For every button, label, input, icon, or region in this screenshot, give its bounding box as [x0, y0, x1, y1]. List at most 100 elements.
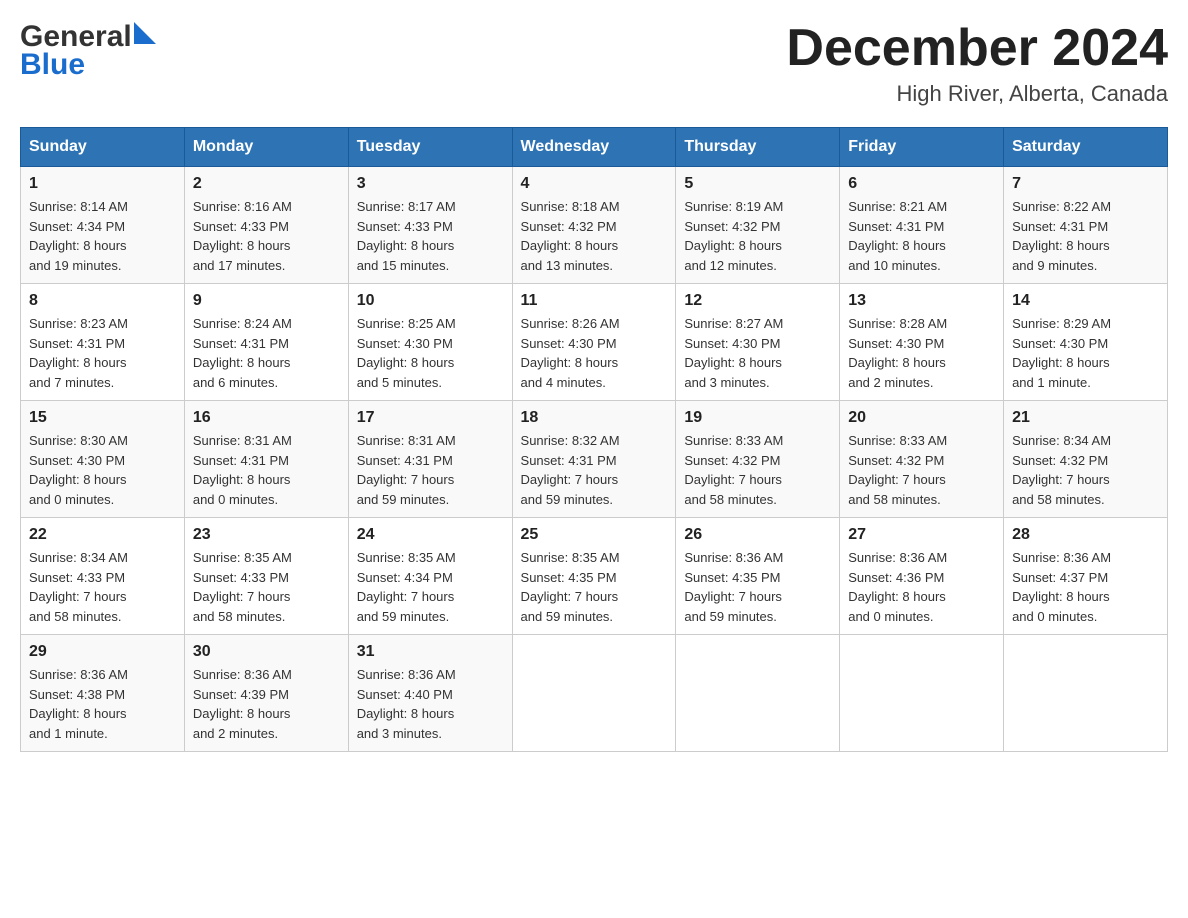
day-info: Sunrise: 8:34 AMSunset: 4:32 PMDaylight:…: [1012, 431, 1159, 509]
day-header-wednesday: Wednesday: [512, 128, 676, 167]
day-number: 1: [29, 175, 176, 193]
day-number: 21: [1012, 409, 1159, 427]
calendar-cell: 16 Sunrise: 8:31 AMSunset: 4:31 PMDayligh…: [184, 401, 348, 518]
day-number: 23: [193, 526, 340, 544]
day-number: 31: [357, 643, 504, 661]
day-info: Sunrise: 8:29 AMSunset: 4:30 PMDaylight:…: [1012, 314, 1159, 392]
calendar-cell: 22Sunrise: 8:34 AMSunset: 4:33 PMDayligh…: [21, 518, 185, 635]
calendar-header: SundayMondayTuesdayWednesdayThursdayFrid…: [21, 128, 1168, 167]
calendar-cell: 3 Sunrise: 8:17 AMSunset: 4:33 PMDaylight…: [348, 167, 512, 284]
calendar-cell: [512, 635, 676, 752]
day-info: Sunrise: 8:34 AMSunset: 4:33 PMDaylight:…: [29, 548, 176, 626]
calendar-cell: 14Sunrise: 8:29 AMSunset: 4:30 PMDayligh…: [1004, 284, 1168, 401]
day-info: Sunrise: 8:25 AMSunset: 4:30 PMDaylight:…: [357, 314, 504, 392]
calendar-cell: 15 Sunrise: 8:30 AMSunset: 4:30 PMDayligh…: [21, 401, 185, 518]
days-of-week-row: SundayMondayTuesdayWednesdayThursdayFrid…: [21, 128, 1168, 167]
week-row-4: 22Sunrise: 8:34 AMSunset: 4:33 PMDayligh…: [21, 518, 1168, 635]
calendar-cell: 5Sunrise: 8:19 AMSunset: 4:32 PMDaylight…: [676, 167, 840, 284]
day-info: Sunrise: 8:31 AMSunset: 4:31 PMDaylight:…: [193, 431, 340, 509]
day-number: 11: [521, 292, 668, 310]
calendar-cell: 10 Sunrise: 8:25 AMSunset: 4:30 PMDayligh…: [348, 284, 512, 401]
page-header: General Blue December 2024 High River, A…: [20, 20, 1168, 107]
calendar-cell: 19Sunrise: 8:33 AMSunset: 4:32 PMDayligh…: [676, 401, 840, 518]
week-row-3: 15 Sunrise: 8:30 AMSunset: 4:30 PMDayligh…: [21, 401, 1168, 518]
calendar-cell: 13 Sunrise: 8:28 AMSunset: 4:30 PMDayligh…: [840, 284, 1004, 401]
calendar-cell: 8 Sunrise: 8:23 AMSunset: 4:31 PMDaylight…: [21, 284, 185, 401]
calendar-cell: [676, 635, 840, 752]
calendar-cell: [1004, 635, 1168, 752]
calendar-cell: 6Sunrise: 8:21 AMSunset: 4:31 PMDaylight…: [840, 167, 1004, 284]
location-title: High River, Alberta, Canada: [786, 81, 1168, 107]
day-info: Sunrise: 8:17 AMSunset: 4:33 PMDaylight:…: [357, 197, 504, 275]
calendar-cell: 28 Sunrise: 8:36 AMSunset: 4:37 PMDayligh…: [1004, 518, 1168, 635]
day-info: Sunrise: 8:33 AMSunset: 4:32 PMDaylight:…: [848, 431, 995, 509]
day-number: 13: [848, 292, 995, 310]
calendar-cell: 29Sunrise: 8:36 AMSunset: 4:38 PMDayligh…: [21, 635, 185, 752]
week-row-1: 1 Sunrise: 8:14 AMSunset: 4:34 PMDaylight…: [21, 167, 1168, 284]
calendar-cell: 23 Sunrise: 8:35 AMSunset: 4:33 PMDayligh…: [184, 518, 348, 635]
day-number: 7: [1012, 175, 1159, 193]
day-number: 3: [357, 175, 504, 193]
calendar-cell: 7 Sunrise: 8:22 AMSunset: 4:31 PMDaylight…: [1004, 167, 1168, 284]
day-number: 16: [193, 409, 340, 427]
logo: General Blue: [20, 20, 156, 82]
day-info: Sunrise: 8:35 AMSunset: 4:33 PMDaylight:…: [193, 548, 340, 626]
day-number: 20: [848, 409, 995, 427]
day-info: Sunrise: 8:27 AMSunset: 4:30 PMDaylight:…: [684, 314, 831, 392]
calendar-cell: 30Sunrise: 8:36 AMSunset: 4:39 PMDayligh…: [184, 635, 348, 752]
day-header-friday: Friday: [840, 128, 1004, 167]
day-info: Sunrise: 8:14 AMSunset: 4:34 PMDaylight:…: [29, 197, 176, 275]
calendar-cell: 2 Sunrise: 8:16 AMSunset: 4:33 PMDaylight…: [184, 167, 348, 284]
day-number: 30: [193, 643, 340, 661]
calendar-cell: 21 Sunrise: 8:34 AMSunset: 4:32 PMDayligh…: [1004, 401, 1168, 518]
calendar-cell: 11 Sunrise: 8:26 AMSunset: 4:30 PMDayligh…: [512, 284, 676, 401]
week-row-2: 8 Sunrise: 8:23 AMSunset: 4:31 PMDaylight…: [21, 284, 1168, 401]
day-number: 4: [521, 175, 668, 193]
day-info: Sunrise: 8:32 AMSunset: 4:31 PMDaylight:…: [521, 431, 668, 509]
day-number: 29: [29, 643, 176, 661]
day-number: 27: [848, 526, 995, 544]
day-number: 24: [357, 526, 504, 544]
day-header-thursday: Thursday: [676, 128, 840, 167]
month-title: December 2024: [786, 20, 1168, 77]
logo-arrow-icon: [134, 22, 156, 49]
day-number: 8: [29, 292, 176, 310]
day-info: Sunrise: 8:30 AMSunset: 4:30 PMDaylight:…: [29, 431, 176, 509]
calendar-cell: 31 Sunrise: 8:36 AMSunset: 4:40 PMDayligh…: [348, 635, 512, 752]
calendar-body: 1 Sunrise: 8:14 AMSunset: 4:34 PMDaylight…: [21, 167, 1168, 752]
week-row-5: 29Sunrise: 8:36 AMSunset: 4:38 PMDayligh…: [21, 635, 1168, 752]
day-info: Sunrise: 8:23 AMSunset: 4:31 PMDaylight:…: [29, 314, 176, 392]
calendar-cell: 27 Sunrise: 8:36 AMSunset: 4:36 PMDayligh…: [840, 518, 1004, 635]
day-info: Sunrise: 8:36 AMSunset: 4:40 PMDaylight:…: [357, 665, 504, 743]
day-number: 6: [848, 175, 995, 193]
calendar-cell: 17 Sunrise: 8:31 AMSunset: 4:31 PMDayligh…: [348, 401, 512, 518]
day-number: 28: [1012, 526, 1159, 544]
day-number: 2: [193, 175, 340, 193]
day-info: Sunrise: 8:36 AMSunset: 4:36 PMDaylight:…: [848, 548, 995, 626]
day-info: Sunrise: 8:35 AMSunset: 4:35 PMDaylight:…: [521, 548, 668, 626]
day-number: 15: [29, 409, 176, 427]
day-info: Sunrise: 8:18 AMSunset: 4:32 PMDaylight:…: [521, 197, 668, 275]
day-info: Sunrise: 8:36 AMSunset: 4:35 PMDaylight:…: [684, 548, 831, 626]
day-header-tuesday: Tuesday: [348, 128, 512, 167]
day-number: 17: [357, 409, 504, 427]
day-number: 19: [684, 409, 831, 427]
title-area: December 2024 High River, Alberta, Canad…: [786, 20, 1168, 107]
day-info: Sunrise: 8:26 AMSunset: 4:30 PMDaylight:…: [521, 314, 668, 392]
calendar-cell: 24 Sunrise: 8:35 AMSunset: 4:34 PMDayligh…: [348, 518, 512, 635]
day-number: 5: [684, 175, 831, 193]
day-info: Sunrise: 8:22 AMSunset: 4:31 PMDaylight:…: [1012, 197, 1159, 275]
day-info: Sunrise: 8:31 AMSunset: 4:31 PMDaylight:…: [357, 431, 504, 509]
day-number: 10: [357, 292, 504, 310]
day-info: Sunrise: 8:36 AMSunset: 4:37 PMDaylight:…: [1012, 548, 1159, 626]
calendar-cell: 26 Sunrise: 8:36 AMSunset: 4:35 PMDayligh…: [676, 518, 840, 635]
calendar-table: SundayMondayTuesdayWednesdayThursdayFrid…: [20, 127, 1168, 752]
day-info: Sunrise: 8:28 AMSunset: 4:30 PMDaylight:…: [848, 314, 995, 392]
day-info: Sunrise: 8:35 AMSunset: 4:34 PMDaylight:…: [357, 548, 504, 626]
logo-blue-text: Blue: [20, 48, 85, 82]
calendar-cell: 4 Sunrise: 8:18 AMSunset: 4:32 PMDaylight…: [512, 167, 676, 284]
day-number: 12: [684, 292, 831, 310]
day-number: 18: [521, 409, 668, 427]
day-info: Sunrise: 8:16 AMSunset: 4:33 PMDaylight:…: [193, 197, 340, 275]
day-number: 26: [684, 526, 831, 544]
